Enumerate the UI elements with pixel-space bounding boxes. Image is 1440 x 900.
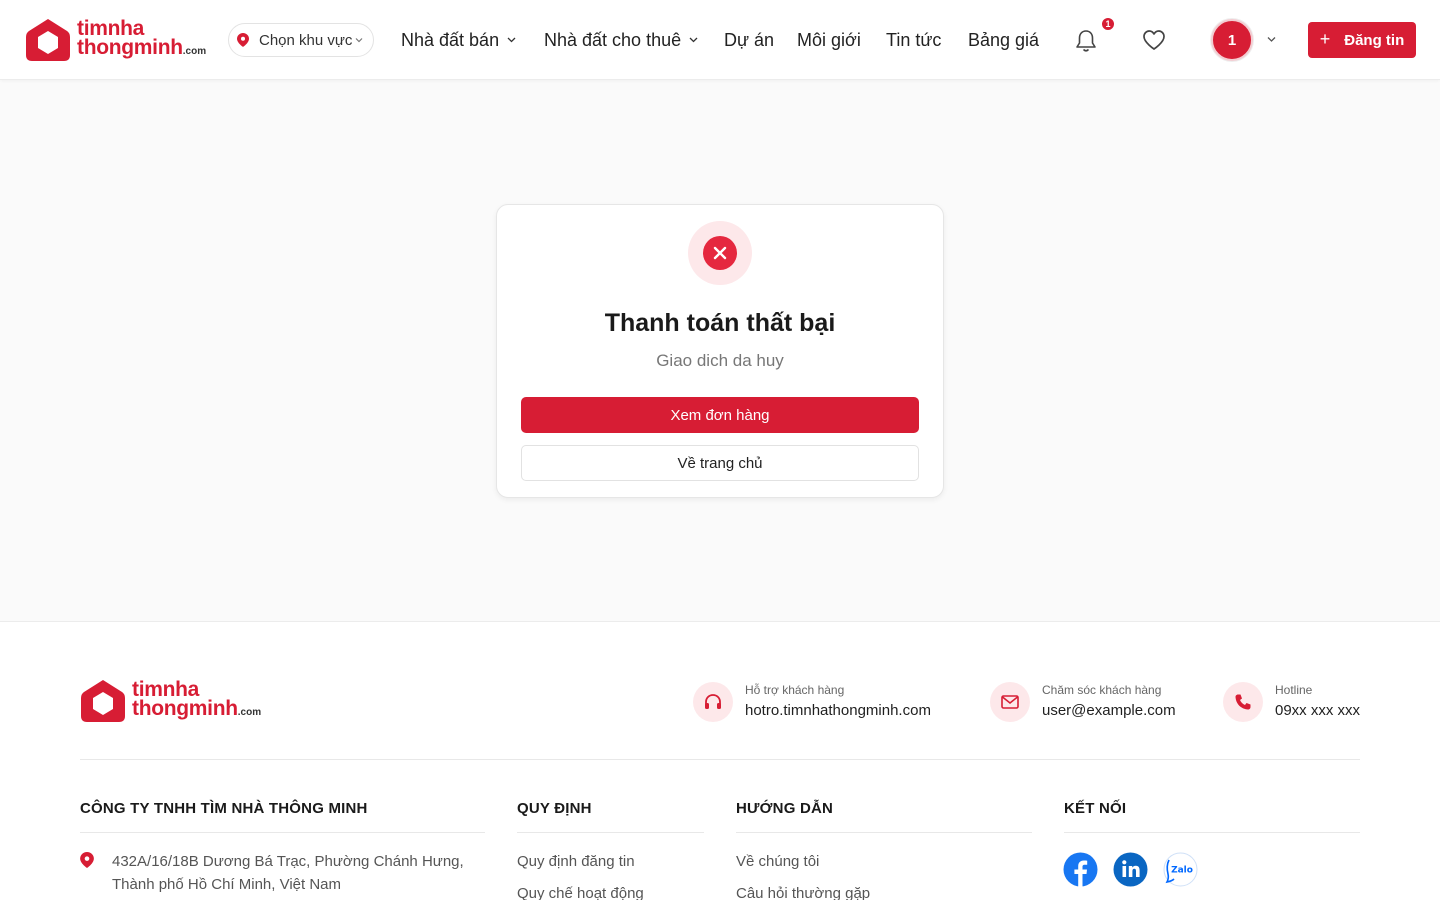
view-order-button[interactable]: Xem đơn hàng <box>521 397 919 433</box>
logo-suffix: .com <box>182 46 207 57</box>
house-logo-icon <box>26 19 70 61</box>
rules-title: QUY ĐỊNH <box>517 800 592 817</box>
company-address: 432A/16/18B Dương Bá Trạc, Phường Chánh … <box>80 850 472 896</box>
x-circle-icon <box>703 236 737 270</box>
column-divider <box>80 832 485 833</box>
contact-hotline: Hotline 09xx xxx xxx <box>1223 682 1360 722</box>
site-header: timnha thongminh.com Chọn khu vực Nhà đấ… <box>0 0 1440 80</box>
contact-value[interactable]: hotro.timnhathongminh.com <box>745 702 931 719</box>
nav-item-news[interactable]: Tin tức <box>886 28 941 52</box>
map-pin-icon <box>237 33 249 47</box>
zalo-text: Zalo <box>1171 866 1193 876</box>
logo-suffix: .com <box>237 707 262 718</box>
region-label: Chọn khu vực <box>259 31 353 49</box>
nav-label: Nhà đất cho thuê <box>544 29 682 50</box>
status-icon-wrapper <box>688 221 752 285</box>
user-avatar[interactable]: 1 <box>1211 19 1253 61</box>
nav-label: Nhà đất bán <box>401 29 500 50</box>
site-footer: timnha thongminh.com Hỗ trợ khách hàng h… <box>0 621 1440 900</box>
company-title: CÔNG TY TNHH TÌM NHÀ THÔNG MINH <box>80 800 368 817</box>
plus-icon: + <box>1319 28 1331 49</box>
column-divider <box>1064 832 1360 833</box>
zalo-icon[interactable]: Zalo <box>1163 852 1198 887</box>
post-button-label: Đăng tin <box>1344 31 1405 49</box>
chevron-down-icon <box>507 37 516 43</box>
house-logo-icon <box>81 680 125 722</box>
footer-link-posting-rules[interactable]: Quy định đăng tin <box>517 853 635 870</box>
contact-care: Chăm sóc khách hàng user@example.com <box>990 682 1176 722</box>
logo-line2: thongminh <box>77 36 183 59</box>
chevron-down-icon <box>355 38 363 43</box>
address-text: 432A/16/18B Dương Bá Trạc, Phường Chánh … <box>112 853 464 893</box>
phone-icon <box>1223 682 1263 722</box>
heart-icon[interactable] <box>1142 29 1166 51</box>
connect-title: KẾT NỐI <box>1064 800 1127 817</box>
logo-line2: thongminh <box>132 697 238 720</box>
column-divider <box>517 832 704 833</box>
region-selector[interactable]: Chọn khu vực <box>228 23 374 57</box>
contact-label: Hotline <box>1275 683 1313 697</box>
linkedin-icon[interactable] <box>1113 852 1148 887</box>
chevron-down-icon <box>689 37 698 43</box>
nav-label: Bảng giá <box>968 29 1040 50</box>
nav-label: Dự án <box>724 29 775 50</box>
footer-divider <box>80 759 1360 760</box>
bell-icon[interactable] <box>1075 29 1097 53</box>
back-home-button[interactable]: Về trang chủ <box>521 445 919 481</box>
contact-value[interactable]: user@example.com <box>1042 702 1176 719</box>
nav-item-brokers[interactable]: Môi giới <box>797 28 861 52</box>
map-pin-icon <box>80 852 94 868</box>
guides-title: HƯỚNG DẪN <box>736 800 834 817</box>
nav-item-projects[interactable]: Dự án <box>724 28 774 52</box>
notification-badge: 1 <box>1101 17 1115 31</box>
column-divider <box>736 832 1032 833</box>
payment-result-card: Thanh toán thất bại Giao dich da huy Xem… <box>496 204 944 498</box>
contact-support: Hỗ trợ khách hàng hotro.timnhathongminh.… <box>693 682 931 722</box>
contact-label: Chăm sóc khách hàng <box>1042 683 1162 697</box>
post-listing-button[interactable]: + Đăng tin <box>1308 22 1416 58</box>
nav-item-pricing[interactable]: Bảng giá <box>968 28 1039 52</box>
nav-item-sale[interactable]: Nhà đất bán <box>401 28 516 52</box>
contact-label: Hỗ trợ khách hàng <box>745 683 845 697</box>
result-title: Thanh toán thất bại <box>604 309 836 337</box>
site-logo[interactable]: timnha thongminh.com <box>25 17 206 63</box>
close-icon <box>713 246 727 260</box>
nav-label: Môi giới <box>797 29 861 50</box>
nav-item-rent[interactable]: Nhà đất cho thuê <box>544 28 698 52</box>
footer-link-operation-rules[interactable]: Quy chế hoạt động <box>517 885 644 900</box>
facebook-icon[interactable] <box>1063 852 1098 887</box>
nav-label: Tin tức <box>886 29 942 50</box>
headset-icon <box>693 682 733 722</box>
chevron-down-icon[interactable] <box>1267 36 1276 43</box>
mail-icon <box>990 682 1030 722</box>
footer-link-faq[interactable]: Câu hỏi thường gặp <box>736 885 870 900</box>
logo-wordmark: timnha thongminh.com <box>77 18 207 61</box>
logo-wordmark: timnha thongminh.com <box>132 679 262 722</box>
contact-value[interactable]: 09xx xxx xxx <box>1275 702 1360 719</box>
footer-link-about[interactable]: Về chúng tôi <box>736 853 819 870</box>
result-subtitle: Giao dich da huy <box>656 351 784 370</box>
footer-logo[interactable]: timnha thongminh.com <box>80 678 261 724</box>
